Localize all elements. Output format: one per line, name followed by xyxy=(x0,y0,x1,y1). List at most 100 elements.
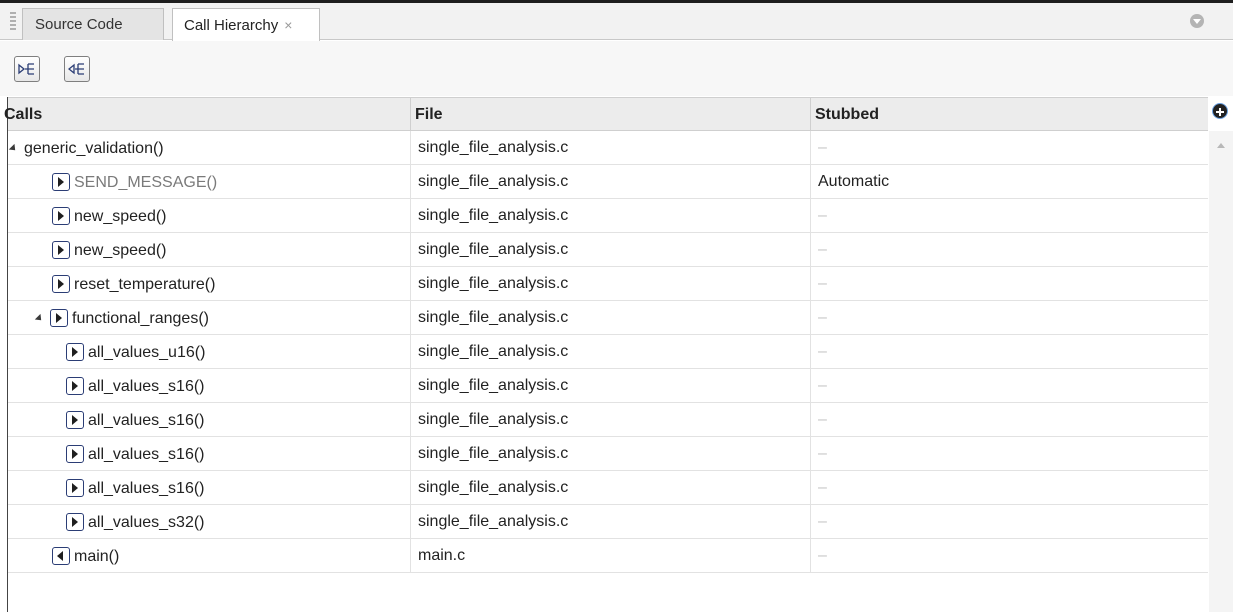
cell-calls: reset_temperature() xyxy=(8,267,410,301)
collapse-arrow-icon[interactable] xyxy=(8,143,19,153)
callee-icon xyxy=(66,411,84,429)
table-row[interactable]: all_values_s16() single_file_analysis.c – xyxy=(8,369,1208,403)
tab-bar: Source Code Call Hierarchy × xyxy=(0,0,1233,41)
cell-stubbed: – xyxy=(810,131,1208,165)
tab-source-code[interactable]: Source Code xyxy=(22,8,164,40)
function-name[interactable]: all_values_s16() xyxy=(88,370,205,403)
cell-stubbed: Automatic xyxy=(810,165,1208,199)
vertical-scrollbar[interactable] xyxy=(1209,131,1233,612)
show-callers-button[interactable] xyxy=(64,56,90,82)
callee-icon xyxy=(66,479,84,497)
cell-calls: all_values_s16() xyxy=(8,403,410,437)
table-row[interactable]: all_values_s32() single_file_analysis.c – xyxy=(8,505,1208,539)
cell-file: single_file_analysis.c xyxy=(410,369,810,403)
cell-file: single_file_analysis.c xyxy=(410,267,810,301)
cell-file: single_file_analysis.c xyxy=(410,233,810,267)
add-column-icon[interactable] xyxy=(1212,103,1228,119)
table-row[interactable]: reset_temperature() single_file_analysis.… xyxy=(8,267,1208,301)
caller-icon xyxy=(52,547,70,565)
callee-icon xyxy=(52,241,70,259)
close-icon[interactable]: × xyxy=(284,17,292,33)
table-row[interactable]: all_values_s16() single_file_analysis.c – xyxy=(8,471,1208,505)
callers-icon xyxy=(68,63,84,75)
cell-calls: all_values_s16() xyxy=(8,471,410,505)
cell-stubbed: – xyxy=(810,335,1208,369)
cell-file: single_file_analysis.c xyxy=(410,301,810,335)
function-name[interactable]: SEND_MESSAGE() xyxy=(74,166,217,199)
collapse-arrow-icon[interactable] xyxy=(34,313,45,323)
cell-file: single_file_analysis.c xyxy=(410,131,810,165)
function-name[interactable]: all_values_s32() xyxy=(88,506,205,539)
cell-calls: main() xyxy=(8,539,410,573)
function-name[interactable]: all_values_s16() xyxy=(88,472,205,505)
cell-stubbed: – xyxy=(810,233,1208,267)
callee-icon xyxy=(66,377,84,395)
cell-calls: functional_ranges() xyxy=(8,301,410,335)
cell-calls: all_values_s32() xyxy=(8,505,410,539)
cell-calls: new_speed() xyxy=(8,199,410,233)
cell-stubbed: – xyxy=(810,199,1208,233)
cell-file: single_file_analysis.c xyxy=(410,505,810,539)
cell-calls: SEND_MESSAGE() xyxy=(8,165,410,199)
function-name[interactable]: reset_temperature() xyxy=(74,268,215,301)
callees-icon xyxy=(18,63,34,75)
cell-calls: generic_validation() xyxy=(8,131,410,165)
panel-menu-icon[interactable] xyxy=(1190,14,1204,28)
cell-file: single_file_analysis.c xyxy=(410,165,810,199)
cell-stubbed: – xyxy=(810,301,1208,335)
table-row[interactable]: generic_validation() single_file_analysis… xyxy=(8,131,1208,165)
table-row[interactable]: main() main.c – xyxy=(8,539,1208,573)
callee-icon xyxy=(66,513,84,531)
cell-file: single_file_analysis.c xyxy=(410,403,810,437)
function-name[interactable]: main() xyxy=(74,540,119,573)
tab-source-code-label: Source Code xyxy=(35,16,123,33)
callee-icon xyxy=(50,309,68,327)
grip-icon[interactable] xyxy=(10,12,16,30)
cell-calls: all_values_s16() xyxy=(8,369,410,403)
table-row[interactable]: all_values_u16() single_file_analysis.c – xyxy=(8,335,1208,369)
cell-calls: new_speed() xyxy=(8,233,410,267)
tab-call-hierarchy[interactable]: Call Hierarchy × xyxy=(172,8,320,41)
function-name[interactable]: all_values_s16() xyxy=(88,438,205,471)
tab-bar-top-line xyxy=(0,0,1233,3)
table-row[interactable]: all_values_s16() single_file_analysis.c – xyxy=(8,403,1208,437)
function-name[interactable]: new_speed() xyxy=(74,200,167,233)
callee-icon xyxy=(66,343,84,361)
function-name[interactable]: generic_validation() xyxy=(24,132,164,165)
cell-file: single_file_analysis.c xyxy=(410,335,810,369)
cell-stubbed: – xyxy=(810,267,1208,301)
cell-stubbed: – xyxy=(810,437,1208,471)
function-name[interactable]: all_values_u16() xyxy=(88,336,205,369)
table-header: Calls File Stubbed xyxy=(4,97,1208,131)
cell-stubbed: – xyxy=(810,369,1208,403)
table-row[interactable]: SEND_MESSAGE() single_file_analysis.c Auto… xyxy=(8,165,1208,199)
column-header-calls[interactable]: Calls xyxy=(0,98,418,131)
table-row[interactable]: functional_ranges() single_file_analysis.… xyxy=(8,301,1208,335)
callee-icon xyxy=(52,275,70,293)
callee-icon xyxy=(52,207,70,225)
toolbar xyxy=(0,41,1233,96)
table-row[interactable]: new_speed() single_file_analysis.c – xyxy=(8,233,1208,267)
table-row[interactable]: new_speed() single_file_analysis.c – xyxy=(8,199,1208,233)
scroll-up-arrow-icon[interactable] xyxy=(1217,143,1225,148)
cell-file: single_file_analysis.c xyxy=(410,471,810,505)
column-header-stubbed[interactable]: Stubbed xyxy=(810,98,1208,131)
cell-stubbed: – xyxy=(810,403,1208,437)
callee-icon xyxy=(52,173,70,191)
cell-stubbed: – xyxy=(810,505,1208,539)
function-name[interactable]: functional_ranges() xyxy=(72,302,209,335)
function-name[interactable]: new_speed() xyxy=(74,234,167,267)
tab-call-hierarchy-label: Call Hierarchy xyxy=(184,16,279,34)
cell-file: main.c xyxy=(410,539,810,573)
show-callees-button[interactable] xyxy=(14,56,40,82)
cell-stubbed: – xyxy=(810,539,1208,573)
column-header-file[interactable]: File xyxy=(410,98,810,131)
function-name[interactable]: all_values_s16() xyxy=(88,404,205,437)
table-row[interactable]: all_values_s16() single_file_analysis.c – xyxy=(8,437,1208,471)
cell-stubbed: – xyxy=(810,471,1208,505)
cell-file: single_file_analysis.c xyxy=(410,437,810,471)
callee-icon xyxy=(66,445,84,463)
cell-calls: all_values_s16() xyxy=(8,437,410,471)
cell-file: single_file_analysis.c xyxy=(410,199,810,233)
cell-calls: all_values_u16() xyxy=(8,335,410,369)
